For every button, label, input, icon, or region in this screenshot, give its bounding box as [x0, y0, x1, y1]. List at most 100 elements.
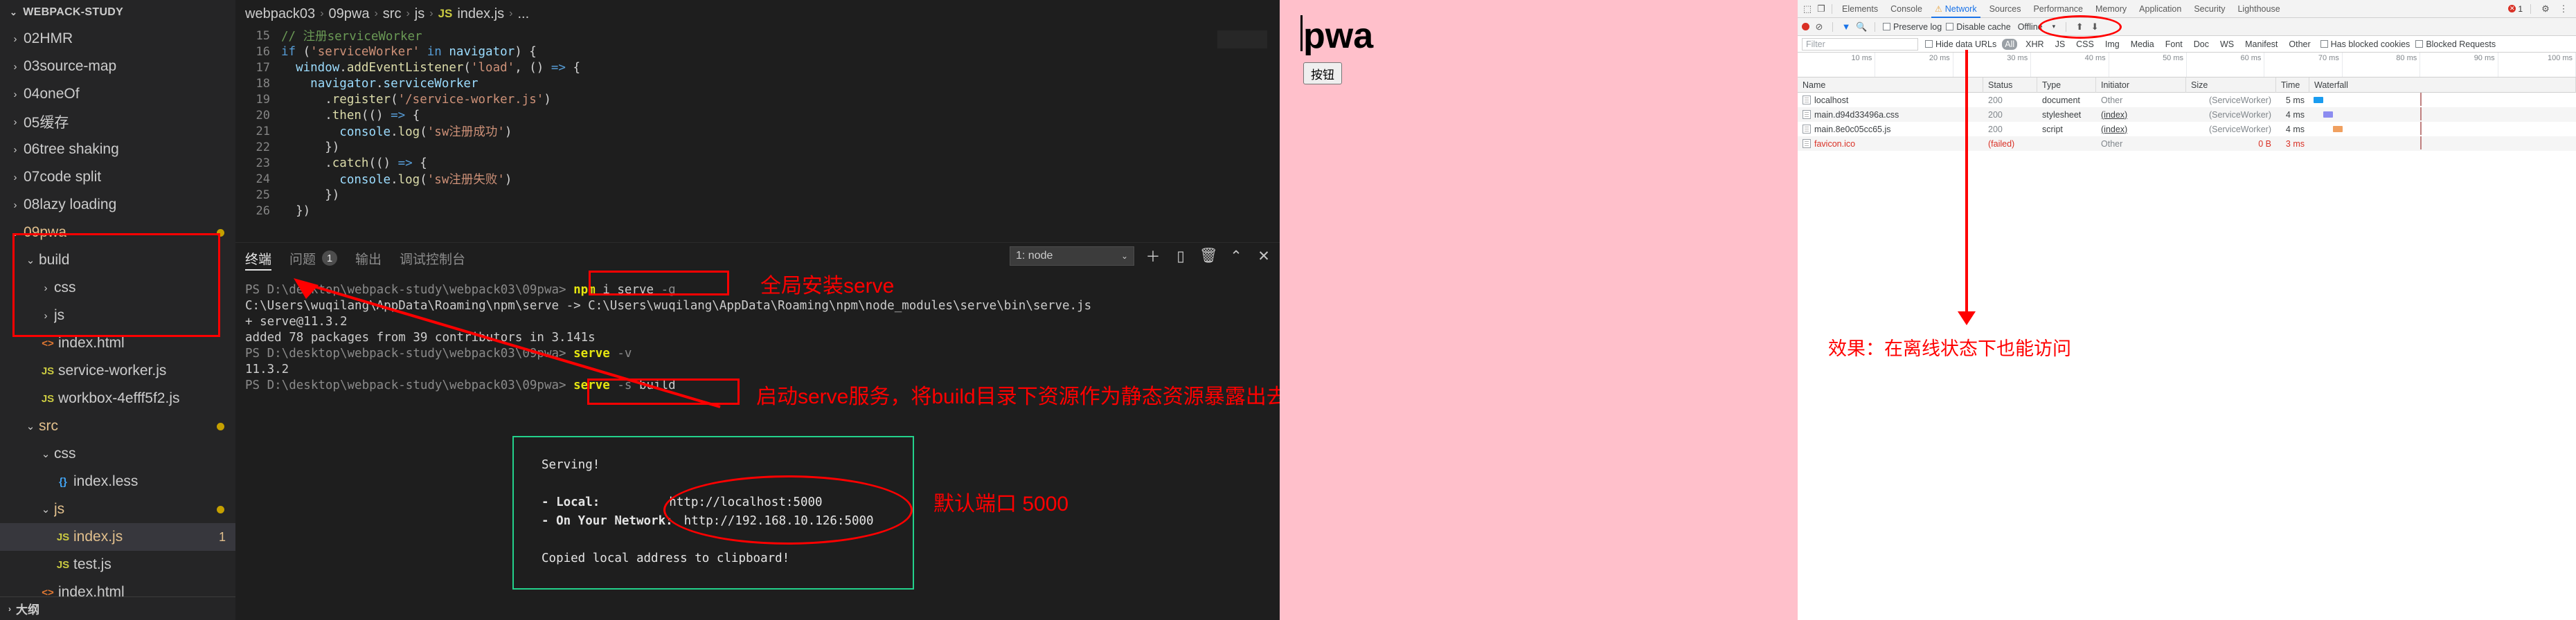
code-line[interactable]: 20 .then(() => { — [235, 107, 1280, 123]
file-tree-item[interactable]: ⌄ 09pwa — [0, 219, 235, 246]
resource-filter-js[interactable]: JS — [2052, 39, 2068, 50]
gear-icon[interactable]: ⚙ — [2539, 1, 2552, 17]
file-tree-item[interactable]: ⌄ build — [0, 246, 235, 274]
network-request-row[interactable]: favicon.ico (failed) Other 0 B 3 ms — [1798, 136, 2576, 151]
column-header-initiator[interactable]: Initiator — [2096, 77, 2186, 93]
disable-cache-checkbox[interactable]: Disable cache — [1946, 22, 2011, 32]
serve-local-url[interactable]: http://localhost:5000 — [669, 495, 822, 509]
filter-icon[interactable]: ▼ — [1841, 21, 1852, 32]
record-button[interactable] — [1802, 23, 1809, 30]
inspect-element-icon[interactable]: ⬚ — [1800, 1, 1814, 17]
resource-filter-img[interactable]: Img — [2102, 39, 2122, 50]
file-tree-item[interactable]: ⌄ css — [0, 440, 235, 468]
file-tree-item[interactable]: JS test.js — [0, 551, 235, 578]
filter-input[interactable]: Filter — [1802, 37, 1918, 51]
devtools-tab-console[interactable]: Console — [1884, 0, 1929, 18]
network-request-row[interactable]: main.d94d33496a.css 200 stylesheet (index) (… — [1798, 107, 2576, 122]
file-tree-item[interactable]: › 04oneOf — [0, 80, 235, 108]
resource-filter-css[interactable]: CSS — [2073, 39, 2097, 50]
breadcrumb-item[interactable]: 09pwa — [329, 6, 370, 22]
file-tree-item[interactable]: › 06tree shaking — [0, 136, 235, 163]
resource-filter-ws[interactable]: WS — [2217, 39, 2237, 50]
devtools-tab-sources[interactable]: Sources — [1983, 0, 2028, 18]
column-header-name[interactable]: Name — [1798, 77, 1983, 93]
file-tree-item[interactable]: › 02HMR — [0, 25, 235, 53]
file-tree-item[interactable]: ⌄ src — [0, 412, 235, 440]
column-header-size[interactable]: Size — [2186, 77, 2276, 93]
file-tree-item[interactable]: JS index.js 1 — [0, 523, 235, 551]
blocked-requests-checkbox[interactable]: Blocked Requests — [2415, 39, 2496, 49]
devtools-tab-elements[interactable]: Elements — [1836, 0, 1884, 18]
more-options-icon[interactable]: ⋮ — [2557, 1, 2570, 17]
code-line[interactable]: 15 // 注册serviceWorker — [235, 28, 1280, 44]
close-panel-button[interactable]: ✕ — [1255, 248, 1273, 265]
file-tree-item[interactable]: › 03source-map — [0, 53, 235, 80]
code-line[interactable]: 18 navigator.serviceWorker — [235, 75, 1280, 91]
file-tree-item[interactable]: JS service-worker.js — [0, 357, 235, 385]
has-blocked-cookies-checkbox[interactable]: Has blocked cookies — [2320, 39, 2410, 49]
column-header-type[interactable]: Type — [2037, 77, 2096, 93]
resource-filter-xhr[interactable]: XHR — [2023, 39, 2046, 50]
code-line[interactable]: 24 console.log('sw注册失败') — [235, 171, 1280, 188]
file-tree-item[interactable]: › css — [0, 274, 235, 302]
column-header-time[interactable]: Time — [2276, 77, 2309, 93]
resource-filter-all[interactable]: All — [2002, 38, 2018, 50]
throttling-dropdown[interactable]: Offline ▾ — [2015, 22, 2058, 32]
search-icon[interactable]: 🔍 — [1856, 21, 1867, 33]
error-count-badge[interactable]: ✕ 1 — [2508, 4, 2523, 14]
hide-data-urls-checkbox[interactable]: Hide data URLs — [1925, 39, 1996, 49]
code-editor[interactable]: 15 // 注册serviceWorker 16 if ('serviceWorker… — [235, 28, 1280, 242]
file-tree-item[interactable]: › 08lazy loading — [0, 191, 235, 219]
breadcrumb-item[interactable]: webpack03 — [245, 6, 315, 22]
file-tree-item[interactable]: <> index.html — [0, 329, 235, 357]
new-terminal-button[interactable]: ＋ — [1144, 246, 1162, 266]
column-header-status[interactable]: Status — [1983, 77, 2037, 93]
code-line[interactable]: 26 }) — [235, 203, 1280, 219]
explorer-root-title[interactable]: ⌄ WEBPACK-STUDY — [0, 0, 235, 25]
resource-filter-media[interactable]: Media — [2128, 39, 2157, 50]
file-tree-item[interactable]: › 07code split — [0, 163, 235, 191]
panel-tab-调试控制台[interactable]: 调试控制台 — [400, 243, 465, 273]
panel-tab-终端[interactable]: 终端 — [245, 243, 272, 273]
code-line[interactable]: 16 if ('serviceWorker' in navigator) { — [235, 44, 1280, 60]
breadcrumb-item[interactable]: index.js — [457, 6, 504, 22]
page-button[interactable]: 按钮 — [1303, 62, 1342, 84]
file-tree-item[interactable]: ⌄ js — [0, 495, 235, 523]
code-line[interactable]: 21 console.log('sw注册成功') — [235, 123, 1280, 140]
devtools-tab-memory[interactable]: Memory — [2089, 0, 2133, 18]
panel-tab-输出[interactable]: 输出 — [355, 243, 382, 273]
breadcrumb-item[interactable]: ... — [518, 6, 530, 22]
column-header-waterfall[interactable]: Waterfall — [2309, 77, 2576, 93]
panel-tab-问题[interactable]: 问题 1 — [289, 243, 338, 273]
network-request-row[interactable]: localhost 200 document Other (ServiceWorker)… — [1798, 93, 2576, 107]
devtools-tab-performance[interactable]: Performance — [2027, 0, 2089, 18]
code-line[interactable]: 17 window.addEventListener('load', () =>… — [235, 60, 1280, 75]
kill-terminal-button[interactable]: 🗑 — [1199, 248, 1218, 264]
clear-icon[interactable]: ⊘ — [1814, 21, 1825, 33]
file-tree-item[interactable]: {} index.less — [0, 468, 235, 495]
minimap[interactable] — [1217, 30, 1267, 48]
import-har-icon[interactable]: ⬆ — [2074, 21, 2085, 33]
preserve-log-checkbox[interactable]: Preserve log — [1883, 22, 1942, 32]
breadcrumb-item[interactable]: js — [415, 6, 424, 22]
resource-filter-other[interactable]: Other — [2286, 39, 2313, 50]
file-tree-item[interactable]: JS workbox-4efff5f2.js — [0, 385, 235, 412]
request-initiator[interactable]: (index) — [2096, 122, 2186, 136]
resource-filter-doc[interactable]: Doc — [2191, 39, 2212, 50]
breadcrumb[interactable]: webpack03 › 09pwa › src › js › JS index.js ›... — [235, 0, 1280, 28]
resource-filter-manifest[interactable]: Manifest — [2242, 39, 2280, 50]
request-initiator[interactable]: (index) — [2096, 107, 2186, 122]
devtools-tab-network[interactable]: ⚠ Network — [1929, 0, 1983, 18]
devtools-tab-security[interactable]: Security — [2188, 0, 2231, 18]
code-line[interactable]: 22 }) — [235, 139, 1280, 155]
breadcrumb-item[interactable]: src — [383, 6, 402, 22]
file-tree-item[interactable]: › 05缓存 — [0, 108, 235, 136]
export-har-icon[interactable]: ⬇ — [2089, 21, 2100, 33]
outline-section-header[interactable]: › 大纲 — [0, 596, 235, 620]
devtools-tab-application[interactable]: Application — [2133, 0, 2188, 18]
code-line[interactable]: 25 }) — [235, 187, 1280, 203]
split-terminal-button[interactable]: ▯ — [1172, 248, 1190, 265]
serve-network-url[interactable]: http://192.168.10.126:5000 — [684, 514, 874, 528]
maximize-panel-button[interactable]: ⌃ — [1227, 248, 1245, 265]
devtools-tab-lighthouse[interactable]: Lighthouse — [2231, 0, 2286, 18]
